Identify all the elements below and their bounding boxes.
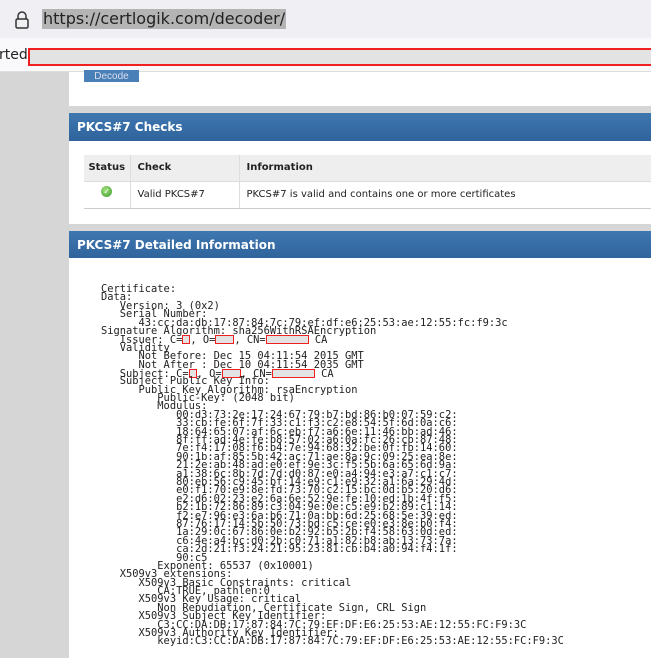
cert-line: Certificate: — [101, 284, 564, 294]
cert-line: keyid:C3:CC:DA:DB:17:87:84:7C:79:EF:DF:E… — [101, 635, 564, 648]
details-panel: Certificate: Data: Version: 3 (0x2) Seria… — [69, 258, 651, 658]
col-check: Check — [130, 155, 240, 182]
table-header-row: Status Check Information — [84, 155, 651, 182]
input-panel: Decode — [69, 70, 651, 106]
redacted-value — [271, 368, 315, 378]
redacted-value — [265, 335, 309, 345]
bookmarks-bar: rted — [0, 38, 651, 72]
address-bar: https://certlogik.com/decoder/ — [0, 0, 651, 38]
lock-icon — [15, 11, 29, 29]
check-ok-icon: ✓ — [101, 186, 113, 197]
cert-text: , CN= — [234, 334, 266, 347]
check-info: PKCS#7 is valid and contains one or more… — [239, 181, 651, 209]
cert-text: keyid:C3:CC:DA:DB:17:87:84:7C:79:EF:DF:E… — [101, 635, 564, 648]
col-information: Information — [239, 155, 651, 182]
cert-text: , O= — [190, 334, 216, 347]
cert-text: CA — [308, 334, 328, 347]
table-row: ✓ Valid PKCS#7 PKCS#7 is valid and conta… — [84, 181, 651, 209]
col-status: Status — [84, 155, 131, 182]
details-header: PKCS#7 Detailed Information — [69, 231, 651, 259]
redacted-region — [28, 48, 651, 66]
cert-text: CA — [314, 367, 334, 380]
checks-header: PKCS#7 Checks — [69, 113, 651, 141]
bookmark-label[interactable]: rted — [0, 47, 28, 63]
redacted-value — [215, 335, 235, 345]
url-field[interactable]: https://certlogik.com/decoder/ — [42, 9, 287, 29]
check-name: Valid PKCS#7 — [130, 181, 240, 209]
checks-panel: Status Check Information ✓ Valid PKCS#7 … — [69, 141, 651, 224]
certificate-text: Certificate: Data: Version: 3 (0x2) Seria… — [101, 284, 564, 648]
decode-button[interactable]: Decode — [84, 70, 139, 82]
checks-table: Status Check Information ✓ Valid PKCS#7 … — [84, 155, 651, 209]
